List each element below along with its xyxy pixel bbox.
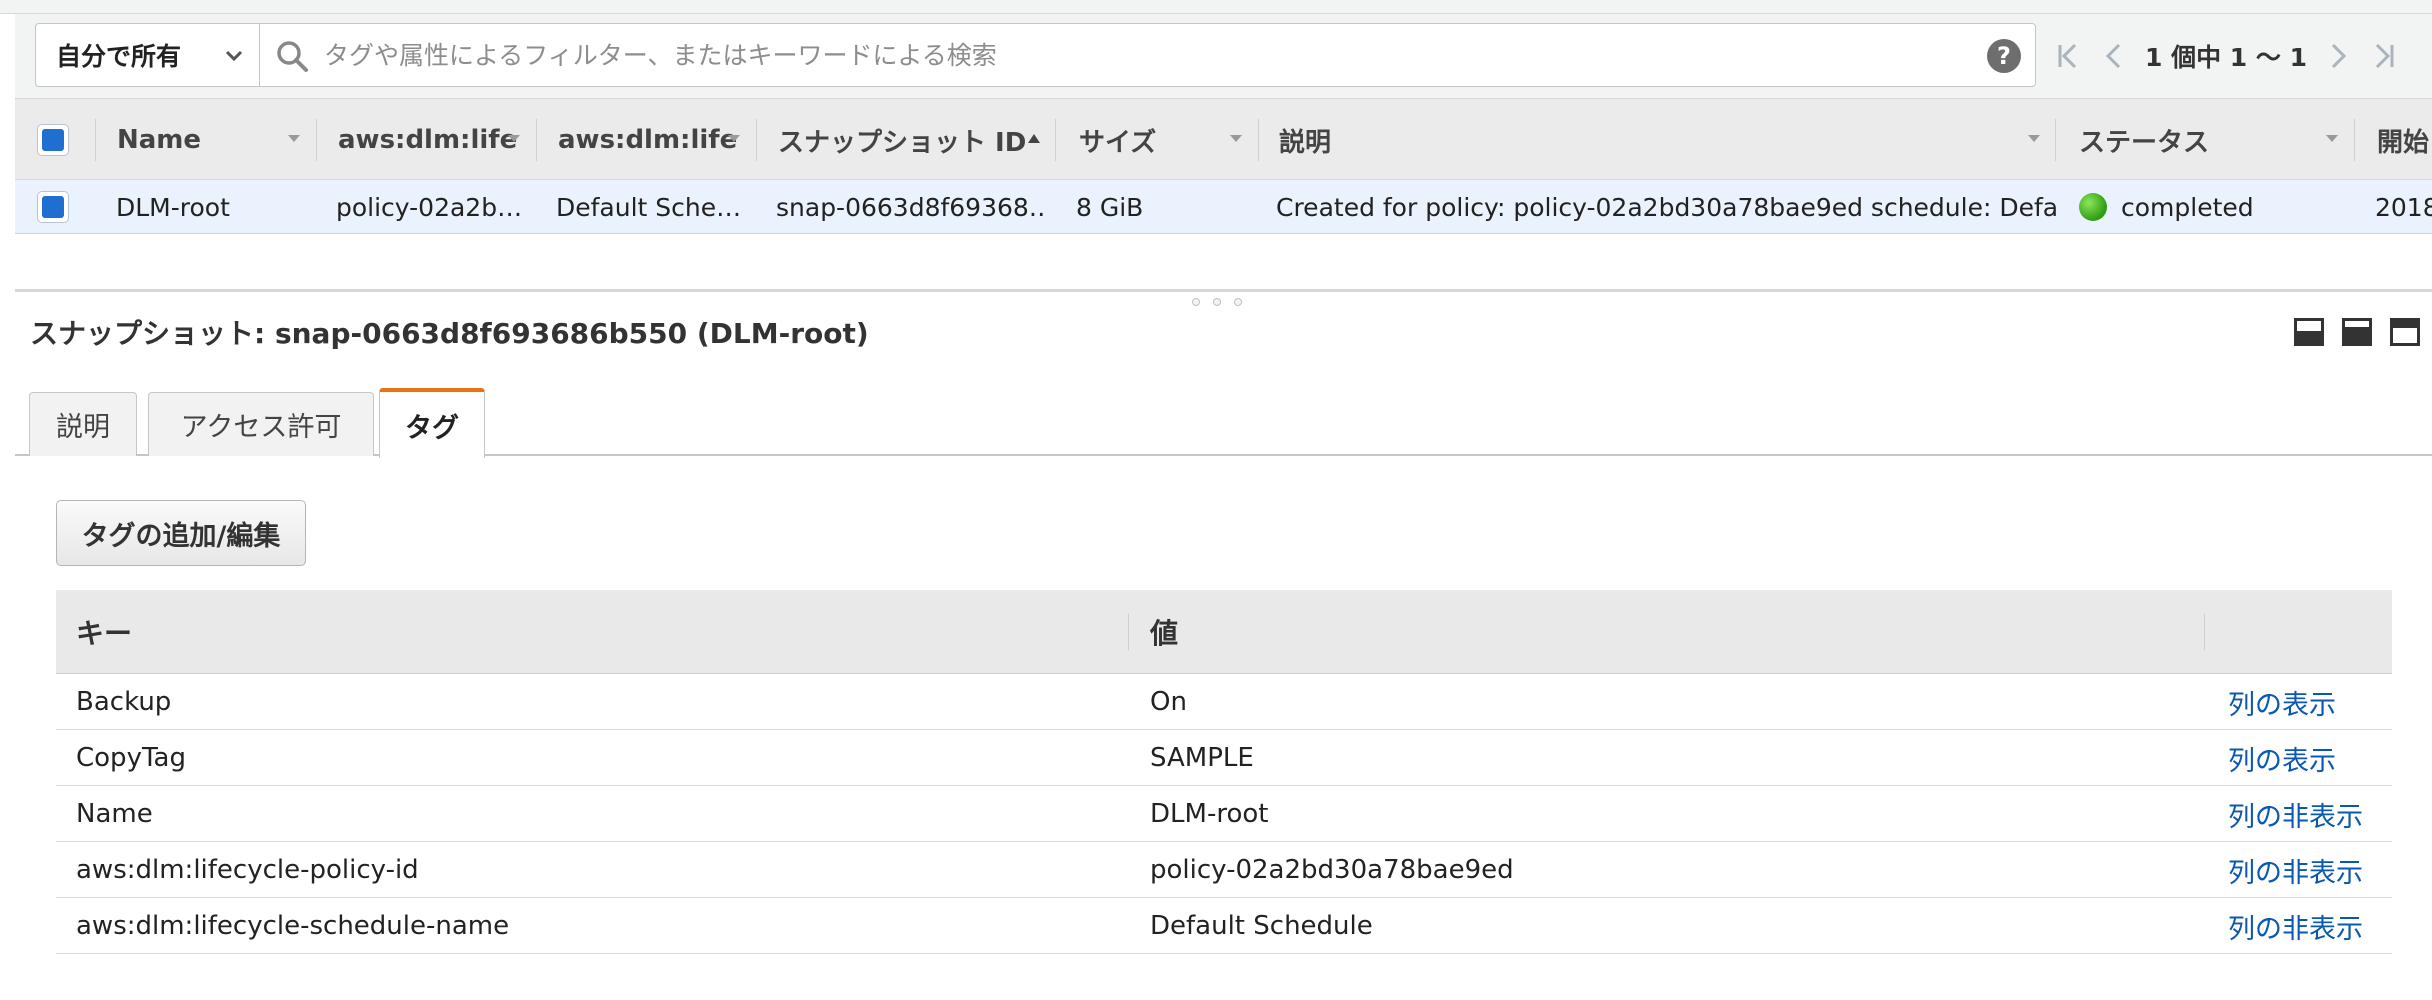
tag-value: On	[1150, 687, 1187, 717]
tag-key: CopyTag	[76, 743, 186, 773]
cell-name: DLM-root	[116, 192, 230, 222]
cell-policy-id: policy-02a2b…	[336, 192, 523, 222]
chevron-down-icon[interactable]	[2325, 134, 2339, 144]
table-row: Backup On 列の表示	[56, 674, 2392, 730]
chevron-down-icon[interactable]	[727, 134, 741, 144]
prev-page-icon	[2105, 43, 2121, 69]
detail-title: スナップショット: snap-0663d8f693686b550 (DLM-ro…	[30, 317, 869, 350]
tab-permissions[interactable]: アクセス許可	[148, 392, 374, 456]
detail-tabs: 説明 アクセス許可 タグ	[15, 386, 2432, 458]
layout-top-icon[interactable]	[2390, 318, 2420, 346]
search-icon	[277, 41, 308, 72]
col-header-description[interactable]: 説明	[1279, 99, 1479, 181]
tag-key: Backup	[76, 687, 172, 717]
last-page-icon	[2375, 43, 2394, 69]
layout-split-icon[interactable]	[2342, 318, 2372, 346]
col-header-schedule-name[interactable]: aws:dlm:lifec	[558, 99, 738, 181]
tab-description[interactable]: 説明	[29, 392, 137, 456]
col-header-snapshot-id[interactable]: スナップショット ID	[778, 99, 1028, 181]
col-header-started[interactable]: 開始	[2377, 99, 2432, 181]
tag-key: aws:dlm:lifecycle-policy-id	[76, 855, 419, 885]
table-row: Name DLM-root 列の非表示	[56, 786, 2392, 842]
table-row[interactable]: DLM-root policy-02a2b… Default Sche… sna…	[15, 180, 2432, 234]
tag-key: aws:dlm:lifecycle-schedule-name	[76, 911, 510, 941]
ec2-snapshots-console: 自分で所有 ? 1	[0, 0, 2432, 1000]
splitter-grip-icon[interactable]	[1192, 298, 1242, 306]
add-edit-tags-button[interactable]: タグの追加/編集	[56, 500, 306, 566]
help-icon[interactable]: ?	[1987, 39, 2021, 73]
cell-snapshot-id: snap-0663d8f69368…	[776, 192, 1046, 222]
chevron-down-icon[interactable]	[287, 134, 301, 144]
cell-description: Created for policy: policy-02a2bd30a78ba…	[1276, 192, 2056, 222]
toolbar: 自分で所有 ? 1	[15, 14, 2432, 98]
col-header-name[interactable]: Name	[117, 99, 287, 181]
first-page-button[interactable]	[2045, 34, 2091, 78]
sort-asc-icon[interactable]	[1027, 133, 1041, 145]
show-column-link[interactable]: 列の表示	[2228, 730, 2336, 786]
tag-value: policy-02a2bd30a78bae9ed	[1150, 855, 1514, 885]
hide-column-link[interactable]: 列の非表示	[2228, 842, 2363, 898]
owner-filter-dropdown[interactable]: 自分で所有	[35, 23, 261, 87]
col-header-key: キー	[76, 617, 133, 650]
col-header-status[interactable]: ステータス	[2079, 99, 2279, 181]
cell-status: completed	[2079, 180, 2349, 234]
hide-column-link[interactable]: 列の非表示	[2228, 786, 2363, 842]
table-row: aws:dlm:lifecycle-schedule-name Default …	[56, 898, 2392, 954]
tag-value: DLM-root	[1150, 799, 1269, 829]
chevron-down-icon[interactable]	[2027, 134, 2041, 144]
tag-value: SAMPLE	[1150, 743, 1254, 773]
pagination-text: 1 個中 1 〜 1	[2145, 43, 2307, 72]
tag-value: Default Schedule	[1150, 911, 1373, 941]
col-header-size[interactable]: サイズ	[1079, 99, 1229, 181]
grid-header: Name aws:dlm:lifec aws:dlm:lifec スナップショッ…	[15, 98, 2432, 180]
chevron-down-icon[interactable]	[1229, 134, 1243, 144]
layout-buttons	[2294, 318, 2420, 346]
owner-filter-label: 自分で所有	[56, 42, 182, 71]
last-page-button[interactable]	[2361, 34, 2407, 78]
row-checkbox[interactable]	[37, 191, 69, 223]
tags-table-header: キー 値	[56, 590, 2392, 674]
tab-tags[interactable]: タグ	[379, 388, 485, 458]
table-row: aws:dlm:lifecycle-policy-id policy-02a2b…	[56, 842, 2392, 898]
tag-key: Name	[76, 799, 153, 829]
hide-column-link[interactable]: 列の非表示	[2228, 898, 2363, 954]
chevron-down-icon	[225, 50, 243, 62]
search-bar: ?	[259, 23, 2036, 87]
pane-splitter[interactable]	[15, 289, 2432, 292]
status-ok-icon	[2079, 193, 2107, 221]
select-all-checkbox[interactable]	[37, 124, 69, 156]
search-input[interactable]	[324, 32, 1904, 78]
show-column-link[interactable]: 列の表示	[2228, 674, 2336, 730]
layout-bottom-icon[interactable]	[2294, 318, 2324, 346]
cell-started: 2018	[2375, 192, 2432, 222]
col-header-value: 値	[1150, 617, 1179, 650]
next-page-icon	[2331, 43, 2347, 69]
first-page-icon	[2058, 43, 2077, 69]
cell-size: 8 GiB	[1076, 192, 1144, 222]
col-header-policy-id[interactable]: aws:dlm:lifec	[338, 99, 518, 181]
status-text: completed	[2121, 192, 2254, 222]
next-page-button[interactable]	[2315, 34, 2361, 78]
top-strip	[0, 0, 2432, 14]
chevron-down-icon[interactable]	[507, 134, 521, 144]
prev-page-button[interactable]	[2091, 34, 2137, 78]
table-row: CopyTag SAMPLE 列の表示	[56, 730, 2392, 786]
pagination: 1 個中 1 〜 1	[2045, 34, 2407, 78]
cell-schedule-name: Default Sche…	[556, 192, 742, 222]
